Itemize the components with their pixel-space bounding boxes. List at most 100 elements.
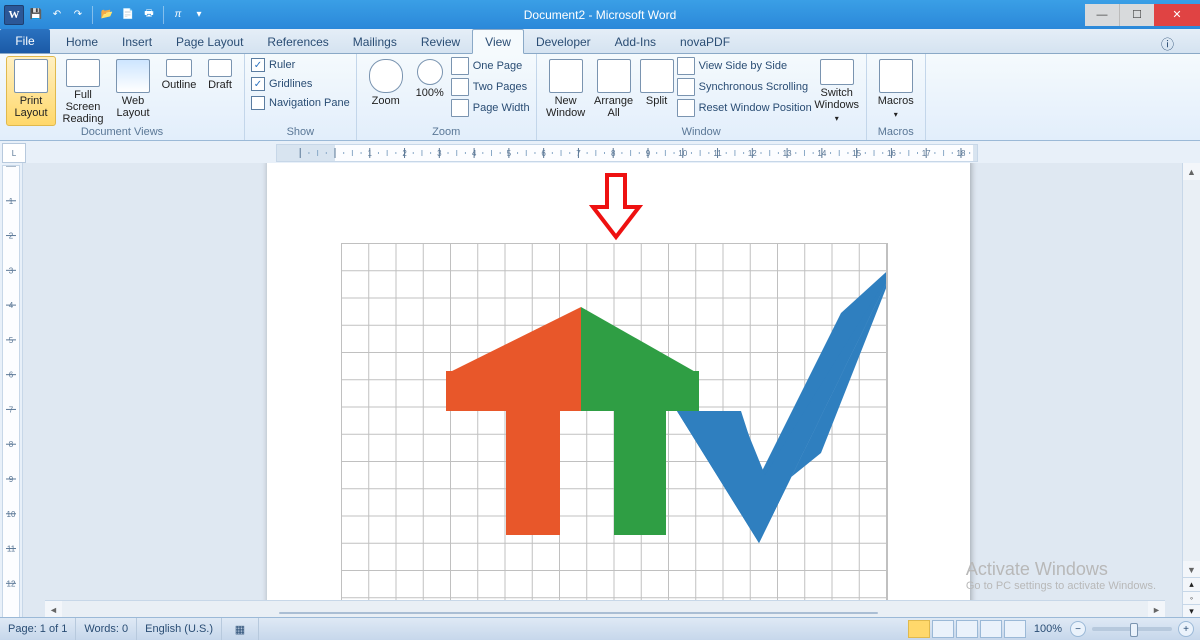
view-print-layout-button[interactable] <box>908 620 930 638</box>
group-window: New Window Arrange All Split View Side b… <box>537 54 867 140</box>
previous-page-button[interactable]: ▴ <box>1183 578 1200 592</box>
switch-windows-icon <box>820 59 854 85</box>
tab-selector[interactable]: L <box>2 143 26 163</box>
scroll-right-button[interactable]: ► <box>1148 601 1165 618</box>
zoom-slider-knob[interactable] <box>1130 623 1138 637</box>
help-icon[interactable]: ⓘ <box>1161 34 1174 53</box>
print-layout-icon <box>14 59 48 93</box>
ribbon: Print Layout Full Screen Reading Web Lay… <box>0 54 1200 141</box>
switch-windows-button[interactable]: Switch Windows▾ <box>814 56 860 126</box>
two-pages-button[interactable]: Two Pages <box>451 77 530 97</box>
tab-addins[interactable]: Add-Ins <box>603 30 668 53</box>
scroll-left-button[interactable]: ◄ <box>45 601 62 618</box>
tab-insert[interactable]: Insert <box>110 30 164 53</box>
annotation-arrow-icon <box>589 171 643 241</box>
new-window-icon <box>549 59 583 93</box>
view-outline-button[interactable] <box>980 620 1002 638</box>
svg-text:10: 10 <box>678 149 687 158</box>
arrange-all-button[interactable]: Arrange All <box>591 56 637 126</box>
macros-button[interactable]: Macros▾ <box>873 56 919 126</box>
status-macro-icon[interactable]: ▦ <box>222 618 259 640</box>
page-width-button[interactable]: Page Width <box>451 98 530 118</box>
web-layout-button[interactable]: Web Layout <box>110 56 156 126</box>
status-page[interactable]: Page: 1 of 1 <box>0 618 76 640</box>
horizontal-scrollbar[interactable]: ◄ ► <box>45 600 1165 618</box>
sync-scroll-icon <box>677 78 695 96</box>
browse-object-button[interactable]: ◦ <box>1183 592 1200 606</box>
tab-mailings[interactable]: Mailings <box>341 30 409 53</box>
draft-button[interactable]: Draft <box>202 56 238 126</box>
view-draft-button[interactable] <box>1004 620 1026 638</box>
side-by-side-icon <box>677 57 695 75</box>
activate-windows-watermark: Activate Windows Go to PC settings to ac… <box>966 559 1156 592</box>
split-button[interactable]: Split <box>639 56 675 126</box>
close-button[interactable]: ✕ <box>1154 4 1200 26</box>
svg-text:9: 9 <box>9 475 14 484</box>
qat-new-icon[interactable]: 📄 <box>119 6 137 24</box>
tab-review[interactable]: Review <box>409 30 472 53</box>
ruler-checkbox[interactable]: ✓Ruler <box>251 56 350 74</box>
zoom-button[interactable]: Zoom <box>363 56 409 126</box>
svg-text:6: 6 <box>541 149 546 158</box>
scroll-up-button[interactable]: ▲ <box>1183 163 1200 180</box>
svg-text:5: 5 <box>507 149 512 158</box>
split-icon <box>640 59 674 93</box>
svg-text:9: 9 <box>646 149 651 158</box>
horizontal-ruler[interactable]: 123456789101112131415161718 <box>276 144 978 162</box>
tab-page-layout[interactable]: Page Layout <box>164 30 255 53</box>
h-scroll-thumb[interactable] <box>279 612 878 614</box>
vertical-ruler-column: 123456789101112 <box>0 163 23 618</box>
zoom-icon <box>369 59 403 93</box>
one-page-button[interactable]: One Page <box>451 56 530 76</box>
tab-view[interactable]: View <box>472 29 524 54</box>
print-layout-button[interactable]: Print Layout <box>6 56 56 126</box>
word-app-icon[interactable]: W <box>4 5 24 25</box>
zoom-in-button[interactable]: + <box>1178 621 1194 637</box>
status-language[interactable]: English (U.S.) <box>137 618 222 640</box>
outline-button[interactable]: Outline <box>158 56 200 126</box>
group-macros: Macros▾ Macros <box>867 54 926 140</box>
qat-open-icon[interactable]: 📂 <box>98 6 116 24</box>
svg-text:6: 6 <box>9 371 14 380</box>
tab-file[interactable]: File <box>0 29 50 53</box>
tab-novapdf[interactable]: novaPDF <box>668 30 742 53</box>
svg-text:10: 10 <box>7 510 16 519</box>
svg-text:16: 16 <box>887 149 896 158</box>
zoom-100-button[interactable]: 100% <box>411 56 449 126</box>
document-area[interactable]: ◄ ► Activate Windows Go to PC settings t… <box>23 163 1182 618</box>
synchronous-scrolling-button[interactable]: Synchronous Scrolling <box>677 77 812 97</box>
view-full-screen-button[interactable] <box>932 620 954 638</box>
scroll-down-button[interactable]: ▼ <box>1183 561 1200 578</box>
undo-icon[interactable]: ↶ <box>48 6 66 24</box>
zoom-out-button[interactable]: − <box>1070 621 1086 637</box>
view-web-layout-button[interactable] <box>956 620 978 638</box>
gridlines-checkbox[interactable]: ✓Gridlines <box>251 75 350 93</box>
save-icon[interactable]: 💾 <box>27 6 45 24</box>
vertical-scrollbar[interactable]: ▲ ▼ ▴ ◦ ▾ <box>1182 163 1200 618</box>
svg-text:7: 7 <box>576 149 581 158</box>
qat-print-icon[interactable]: 🖶 <box>140 6 158 24</box>
svg-text:11: 11 <box>713 149 722 158</box>
minimize-button[interactable]: — <box>1085 4 1119 26</box>
reset-window-position-button[interactable]: Reset Window Position <box>677 98 812 118</box>
tab-developer[interactable]: Developer <box>524 30 603 53</box>
zoom-slider[interactable] <box>1092 627 1172 631</box>
redo-icon[interactable]: ↷ <box>69 6 87 24</box>
zoom-level[interactable]: 100% <box>1034 623 1062 635</box>
maximize-button[interactable]: ☐ <box>1119 4 1154 26</box>
qat-more-icon[interactable]: ▾ <box>190 6 208 24</box>
workspace: 123456789101112 <box>0 163 1200 618</box>
navigation-pane-checkbox[interactable]: Navigation Pane <box>251 94 350 112</box>
tab-references[interactable]: References <box>255 30 340 53</box>
view-side-by-side-button[interactable]: View Side by Side <box>677 56 812 76</box>
status-words[interactable]: Words: 0 <box>76 618 137 640</box>
svg-text:2: 2 <box>9 232 14 241</box>
full-screen-reading-button[interactable]: Full Screen Reading <box>58 56 108 126</box>
group-document-views: Print Layout Full Screen Reading Web Lay… <box>0 54 245 140</box>
outline-icon <box>166 59 192 77</box>
vertical-ruler[interactable]: 123456789101112 <box>2 165 20 618</box>
new-window-button[interactable]: New Window <box>543 56 589 126</box>
qat-equation-icon[interactable]: π <box>169 6 187 24</box>
drawing-shapes <box>341 243 886 618</box>
tab-home[interactable]: Home <box>54 30 110 53</box>
